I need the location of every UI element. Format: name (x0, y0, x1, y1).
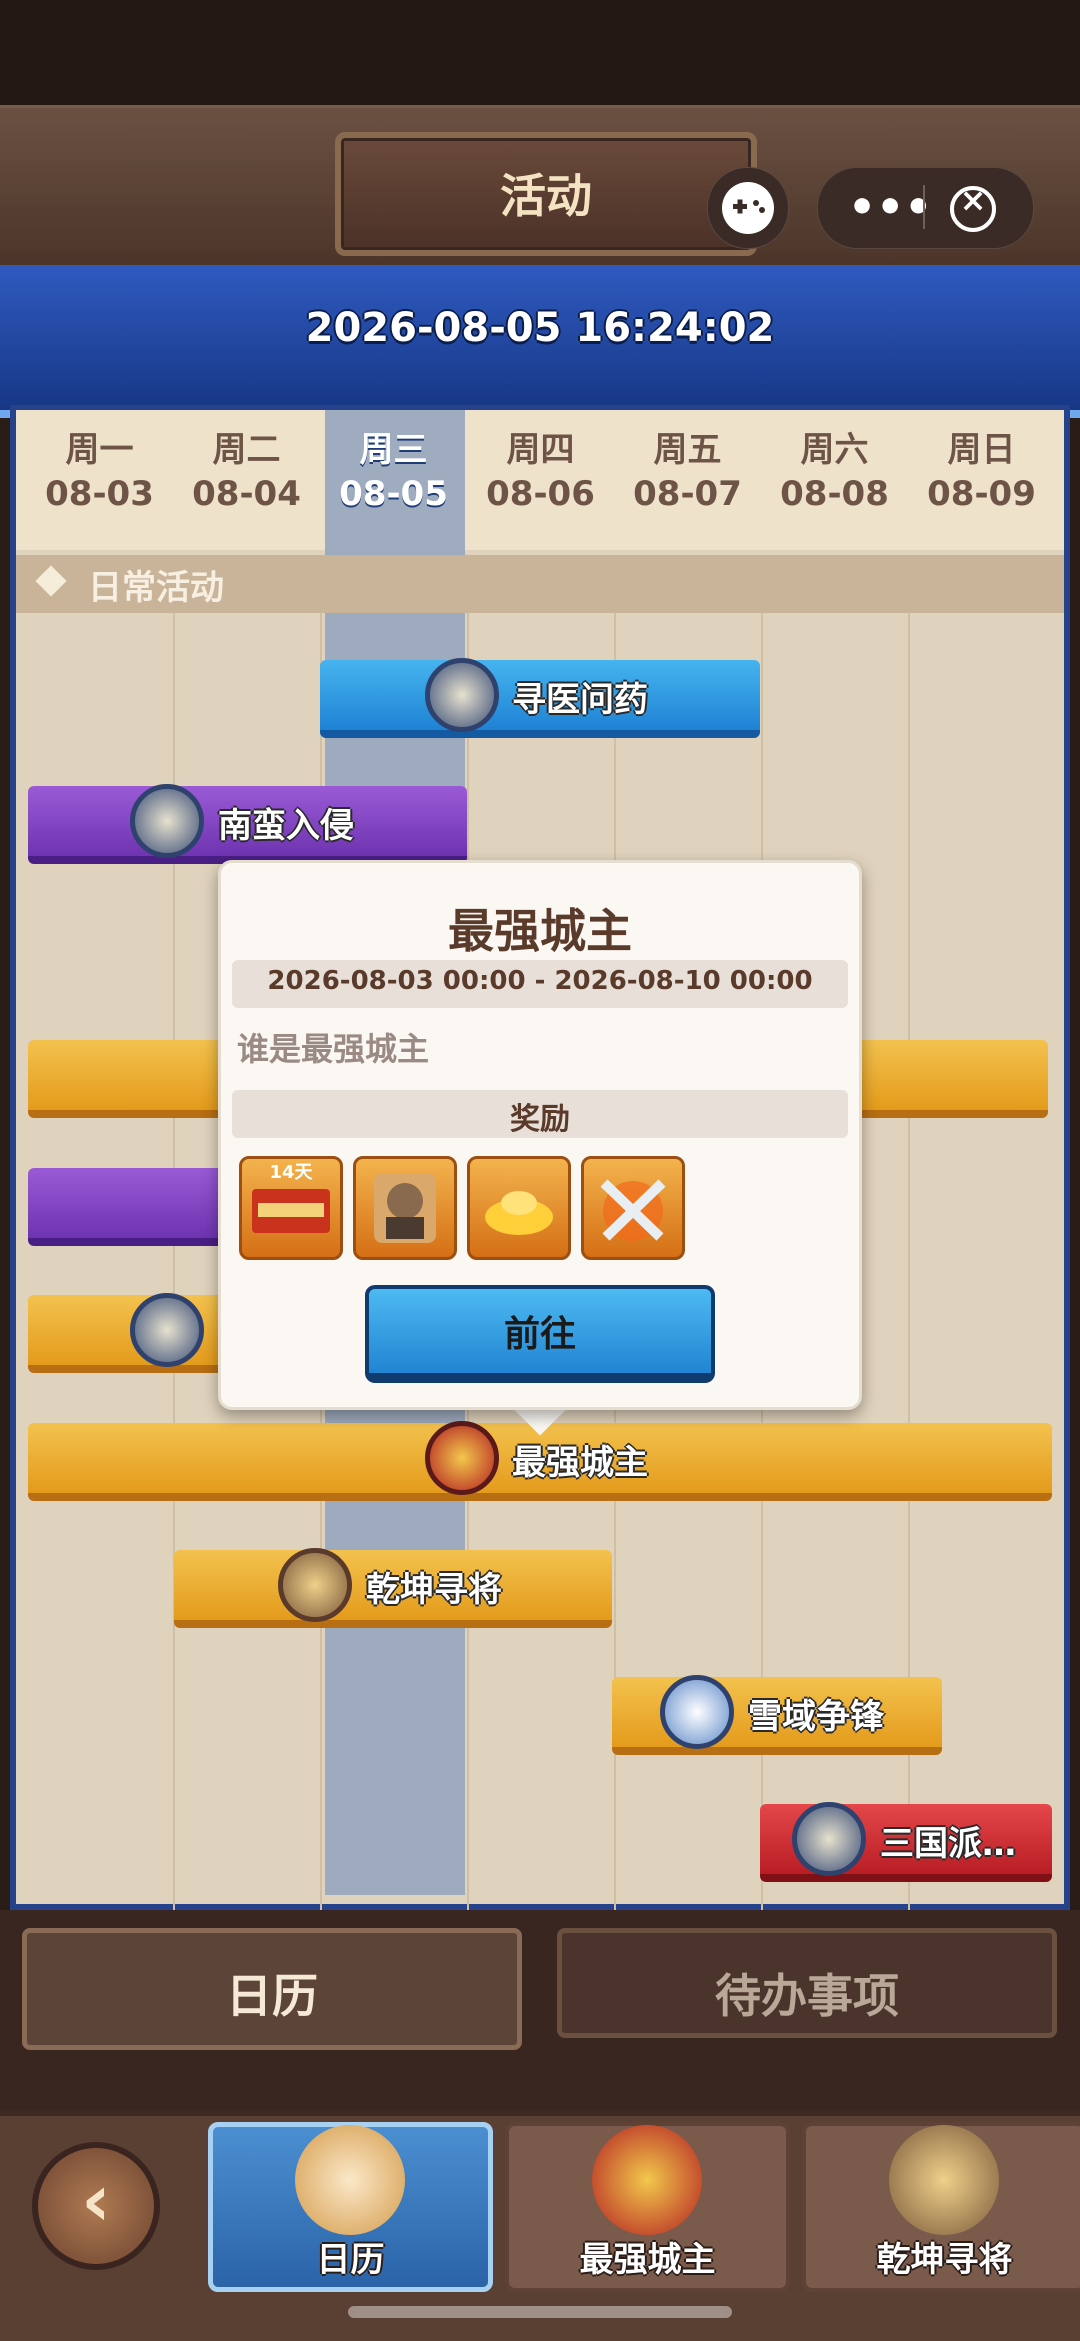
snow-sword-icon (660, 1675, 734, 1749)
castle-shield-icon (592, 2125, 702, 2235)
weekday-label: 周三 (359, 430, 428, 470)
reward-label: 奖励 (510, 1102, 570, 1137)
barbarian-camp-icon (130, 784, 204, 858)
event-label: 寻医问药 (512, 680, 648, 720)
gold-ingot-icon (485, 1191, 553, 1235)
weekday-label: 周二 (212, 430, 281, 470)
reward-item[interactable] (353, 1156, 457, 1260)
reward-item[interactable] (467, 1156, 571, 1260)
date-label: 08-09 (927, 474, 1036, 514)
event-label: 南蛮入侵 (218, 806, 354, 846)
day-tue[interactable]: 周二 08-04 (173, 428, 320, 516)
doctor-portrait-icon (425, 658, 499, 732)
gamepad-icon (722, 182, 774, 234)
date-label: 08-06 (486, 474, 595, 514)
reward-item[interactable] (581, 1156, 685, 1260)
status-area (0, 0, 1080, 105)
compass-question-icon (889, 2125, 999, 2235)
day-wed-today[interactable]: 周三 08-05 (320, 428, 467, 516)
event-label: 最强城主 (512, 1443, 648, 1483)
date-label: 08-08 (780, 474, 889, 514)
day-fri[interactable]: 周五 08-07 (614, 428, 761, 516)
current-datetime: 2026-08-05 16:24:02 (305, 305, 775, 351)
general-portrait-icon (374, 1173, 436, 1243)
page-title: 活动 (500, 169, 592, 223)
back-arrow-icon: ‹ (81, 2158, 111, 2242)
tab-calendar-label: 日历 (226, 1969, 318, 2023)
duration-badge: 14天 (269, 1162, 313, 1183)
more-menu-button[interactable]: ••• (848, 182, 932, 233)
popup-date-range: 2026-08-03 00:00 - 2026-08-10 00:00 (267, 966, 813, 996)
compass-question-icon (278, 1548, 352, 1622)
event-label: 三国派… (880, 1824, 1016, 1864)
weekday-label: 周日 (947, 430, 1016, 470)
characters-icon (792, 1802, 866, 1876)
weekday-label: 周四 (506, 430, 575, 470)
section-label: 日常活动 (88, 568, 224, 608)
gamepad-button[interactable] (707, 167, 789, 249)
day-mon[interactable]: 周一 08-03 (26, 428, 173, 516)
nav-item-label: 日历 (316, 2240, 385, 2280)
castle-shield-icon (425, 1421, 499, 1495)
popup-description: 谁是最强城主 (237, 1030, 430, 1068)
scroll-icon (295, 2125, 405, 2235)
nav-item-label: 乾坤寻将 (876, 2240, 1013, 2280)
event-label: 乾坤寻将 (366, 1570, 502, 1610)
date-label: 08-05 (339, 474, 448, 514)
capsule-divider (923, 185, 925, 229)
date-label: 08-04 (192, 474, 301, 514)
date-label: 08-03 (45, 474, 154, 514)
day-thu[interactable]: 周四 08-06 (467, 428, 614, 516)
day-sun[interactable]: 周日 08-09 (908, 428, 1055, 516)
go-button-label: 前往 (503, 1314, 576, 1355)
fortress-icon (130, 1293, 204, 1367)
home-indicator (348, 2306, 732, 2318)
weekday-label: 周五 (653, 430, 722, 470)
crossed-blades-icon (600, 1179, 666, 1241)
day-sat[interactable]: 周六 08-08 (761, 428, 908, 516)
event-label: 雪域争锋 (748, 1697, 884, 1737)
tab-todo-label: 待办事项 (715, 1969, 899, 2023)
popup-title: 最强城主 (448, 904, 632, 958)
weekday-label: 周一 (65, 430, 134, 470)
date-label: 08-07 (633, 474, 742, 514)
nav-divider (0, 2110, 1080, 2116)
close-icon: × (959, 181, 987, 219)
nav-item-label: 最强城主 (579, 2240, 716, 2280)
weekday-label: 周六 (800, 430, 869, 470)
